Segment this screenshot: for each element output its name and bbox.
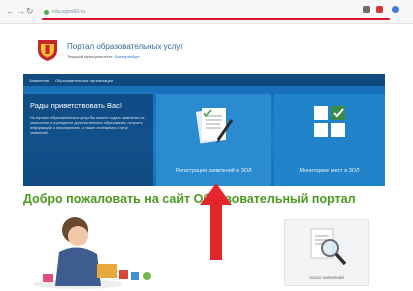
monitoring-tile[interactable]: Мониторинг мест в ЗОЛ: [274, 94, 385, 186]
registration-tile[interactable]: Регистрация заявлений в ЗОЛ: [156, 94, 271, 186]
monitoring-tile-label: Мониторинг мест в ЗОЛ: [299, 168, 360, 174]
notification-icon[interactable]: [376, 6, 383, 13]
welcome-text: На портале образовательных услуг Вы може…: [30, 116, 145, 135]
search-card-label: ПОИСК ЗАЯВЛЕНИЙ: [309, 276, 344, 280]
child-photo: [33, 217, 151, 289]
site-title[interactable]: Портал образовательных услуг: [67, 42, 183, 51]
forward-arrow-icon[interactable]: →: [16, 6, 25, 16]
url-highlight-underline: [42, 18, 390, 20]
search-applications-card[interactable]: ПОИСК ЗАЯВЛЕНИЙ: [284, 219, 369, 286]
address-bar[interactable]: edu.egov66.ru: [44, 6, 85, 18]
grid-check-icon: [314, 106, 345, 137]
welcome-panel: Рады приветствовать Вас! На портале обра…: [23, 94, 153, 186]
reload-icon[interactable]: ↻: [26, 6, 34, 16]
hero-banner: Рады приветствовать Вас! На портале обра…: [23, 86, 385, 186]
nav-item-applications[interactable]: Заявления: [29, 78, 49, 83]
municipality-link[interactable]: Екатеринбург: [115, 54, 140, 59]
registration-tile-label: Регистрация заявлений в ЗОЛ: [175, 168, 252, 174]
welcome-title: Рады приветствовать Вас!: [30, 101, 122, 110]
url-text: edu.egov66.ru: [52, 9, 86, 15]
secure-icon: [44, 9, 49, 15]
welcome-heading: Добро пожаловать на сайт Образовательный…: [23, 192, 356, 206]
profile-icon[interactable]: [392, 6, 399, 13]
coat-of-arms-icon[interactable]: [35, 37, 60, 62]
back-arrow-icon[interactable]: ←: [6, 6, 15, 16]
documents-pen-icon: [195, 108, 234, 144]
municipality-label: Текущий муниципалитет:: [67, 54, 114, 59]
browser-toolbar: ← → ↻ edu.egov66.ru: [0, 0, 413, 24]
nav-item-organizations[interactable]: Образовательные организации: [55, 78, 113, 83]
top-nav: Заявления Образовательные организации: [23, 74, 385, 86]
magnifier-document-icon: [310, 228, 347, 266]
red-arrow-annotation: [200, 183, 232, 260]
municipality-line: Текущий муниципалитет: Екатеринбург: [67, 54, 140, 59]
extension-icon[interactable]: [363, 6, 370, 13]
